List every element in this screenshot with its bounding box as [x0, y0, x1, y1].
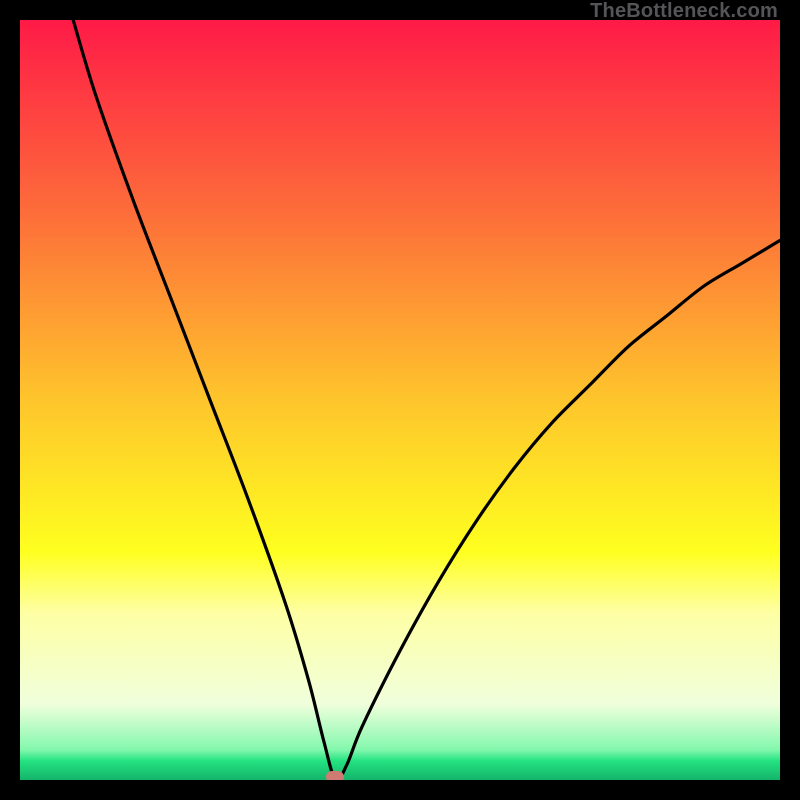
watermark-text: TheBottleneck.com: [590, 0, 778, 23]
chart-frame: TheBottleneck.com: [0, 0, 800, 800]
minimum-marker: [326, 771, 344, 780]
plot-area: [20, 20, 780, 780]
bottleneck-curve: [20, 20, 780, 780]
